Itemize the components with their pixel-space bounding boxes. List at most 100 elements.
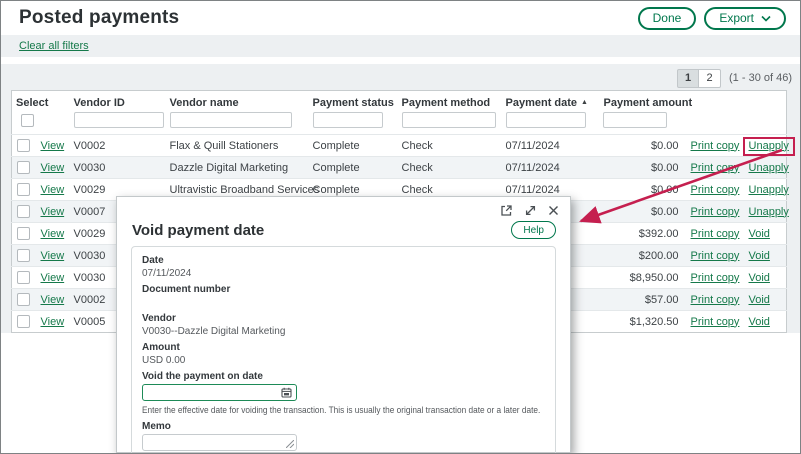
pagination-page-1-button[interactable]: 1 [677,69,699,88]
print-copy-link[interactable]: Print copy [691,272,740,284]
print-copy-link[interactable]: Print copy [691,294,740,306]
payment-date-cell: 07/11/2024 [498,135,595,157]
void-link[interactable]: Void [749,272,770,284]
unapply-link[interactable]: Unapply [749,140,789,152]
print-copy-cell: Print copy [679,179,743,201]
row-checkbox[interactable] [17,183,30,196]
print-copy-link[interactable]: Print copy [691,316,740,328]
date-label: Date [142,255,545,266]
clear-all-filters-link[interactable]: Clear all filters [19,40,89,52]
print-copy-link[interactable]: Print copy [691,140,740,152]
view-link[interactable]: View [41,162,65,174]
dialog-icon-bar [117,197,570,218]
view-link[interactable]: View [41,206,65,218]
select-cell [12,245,41,267]
action-cell: Unapply [743,201,787,223]
view-link[interactable]: View [41,228,65,240]
payment-status-filter-input[interactable] [313,112,383,128]
void-link[interactable]: Void [749,294,770,306]
unapply-link[interactable]: Unapply [749,184,789,196]
export-button[interactable]: Export [704,7,786,30]
void-link[interactable]: Void [749,228,770,240]
amount-field-group: Amount USD 0.00 [142,342,545,366]
print-copy-cell: Print copy [679,223,743,245]
header-payment-date-label: Payment date [506,97,578,109]
amount-value: USD 0.00 [142,355,545,366]
action-cell: Void [743,289,787,311]
memo-field-group: Memo [142,421,545,451]
view-link[interactable]: View [41,140,65,152]
row-checkbox[interactable] [17,139,30,152]
select-cell [12,135,41,157]
vendor-name-cell: Flax & Quill Stationers [166,135,309,157]
select-cell [12,201,41,223]
payment-date-filter-input[interactable] [506,112,586,128]
top-bar-actions: Done Export [638,7,786,30]
header-payment-method: Payment method [394,91,498,110]
vendor-id-filter-input[interactable] [74,112,164,128]
unapply-link[interactable]: Unapply [749,162,789,174]
header-vendor-id: Vendor ID [70,91,166,110]
payment-method-filter-cell [394,109,498,135]
unapply-link[interactable]: Unapply [749,206,789,218]
print-copy-cell: Print copy [679,289,743,311]
header-action [743,91,787,110]
vendor-value: V0030--Dazzle Digital Marketing [142,326,545,337]
row-checkbox[interactable] [17,293,30,306]
annotation-highlight-box: Unapply [743,137,795,156]
payment-amount-cell: $392.00 [595,223,679,245]
export-button-label: Export [719,12,754,24]
open-in-new-window-button[interactable] [500,204,513,217]
print-copy-link[interactable]: Print copy [691,206,740,218]
select-all-cell [12,109,70,135]
action-cell: Unapply [743,179,787,201]
view-link[interactable]: View [41,184,65,196]
payment-amount-filter-input[interactable] [603,112,667,128]
row-checkbox[interactable] [17,161,30,174]
view-link[interactable]: View [41,316,65,328]
payment-method-filter-input[interactable] [402,112,496,128]
print-copy-link[interactable]: Print copy [691,184,740,196]
view-link[interactable]: View [41,272,65,284]
print-copy-link[interactable]: Print copy [691,250,740,262]
void-date-input[interactable] [143,385,281,400]
memo-textarea[interactable] [142,434,297,451]
header-payment-status: Payment status [309,91,394,110]
expand-dialog-button[interactable] [524,204,537,217]
row-checkbox[interactable] [17,271,30,284]
document-number-label: Document number [142,284,545,295]
view-link[interactable]: View [41,250,65,262]
calendar-icon[interactable] [281,387,292,398]
print-copy-cell: Print copy [679,157,743,179]
done-button[interactable]: Done [638,7,697,30]
void-date-input-wrapper [142,384,297,401]
void-link[interactable]: Void [749,250,770,262]
pagination: 1 2 (1 - 30 of 46) [11,64,792,90]
vendor-id-cell: V0002 [70,135,166,157]
open-in-new-window-icon [500,204,513,217]
select-cell [12,179,41,201]
vendor-name-filter-input[interactable] [170,112,292,128]
view-cell: View [41,289,70,311]
row-checkbox[interactable] [17,205,30,218]
row-checkbox[interactable] [17,249,30,262]
payment-amount-cell: $1,320.50 [595,311,679,333]
print-copy-link[interactable]: Print copy [691,162,740,174]
help-button[interactable]: Help [511,221,556,239]
close-dialog-button[interactable] [548,205,559,216]
void-link[interactable]: Void [749,316,770,328]
row-checkbox[interactable] [17,315,30,328]
expand-icon [524,204,537,217]
select-cell [12,157,41,179]
pagination-page-2-button[interactable]: 2 [699,69,721,88]
view-cell: View [41,223,70,245]
select-all-checkbox[interactable] [21,114,34,127]
void-payment-date-dialog: Void payment date Help Date 07/11/2024 D… [116,196,571,453]
row-checkbox[interactable] [17,227,30,240]
print-copy-link[interactable]: Print copy [691,228,740,240]
header-payment-date[interactable]: Payment date▲ [498,91,595,110]
action-cell: Void [743,267,787,289]
chevron-down-icon [761,15,771,22]
view-link[interactable]: View [41,294,65,306]
vendor-name-filter-cell [166,109,309,135]
